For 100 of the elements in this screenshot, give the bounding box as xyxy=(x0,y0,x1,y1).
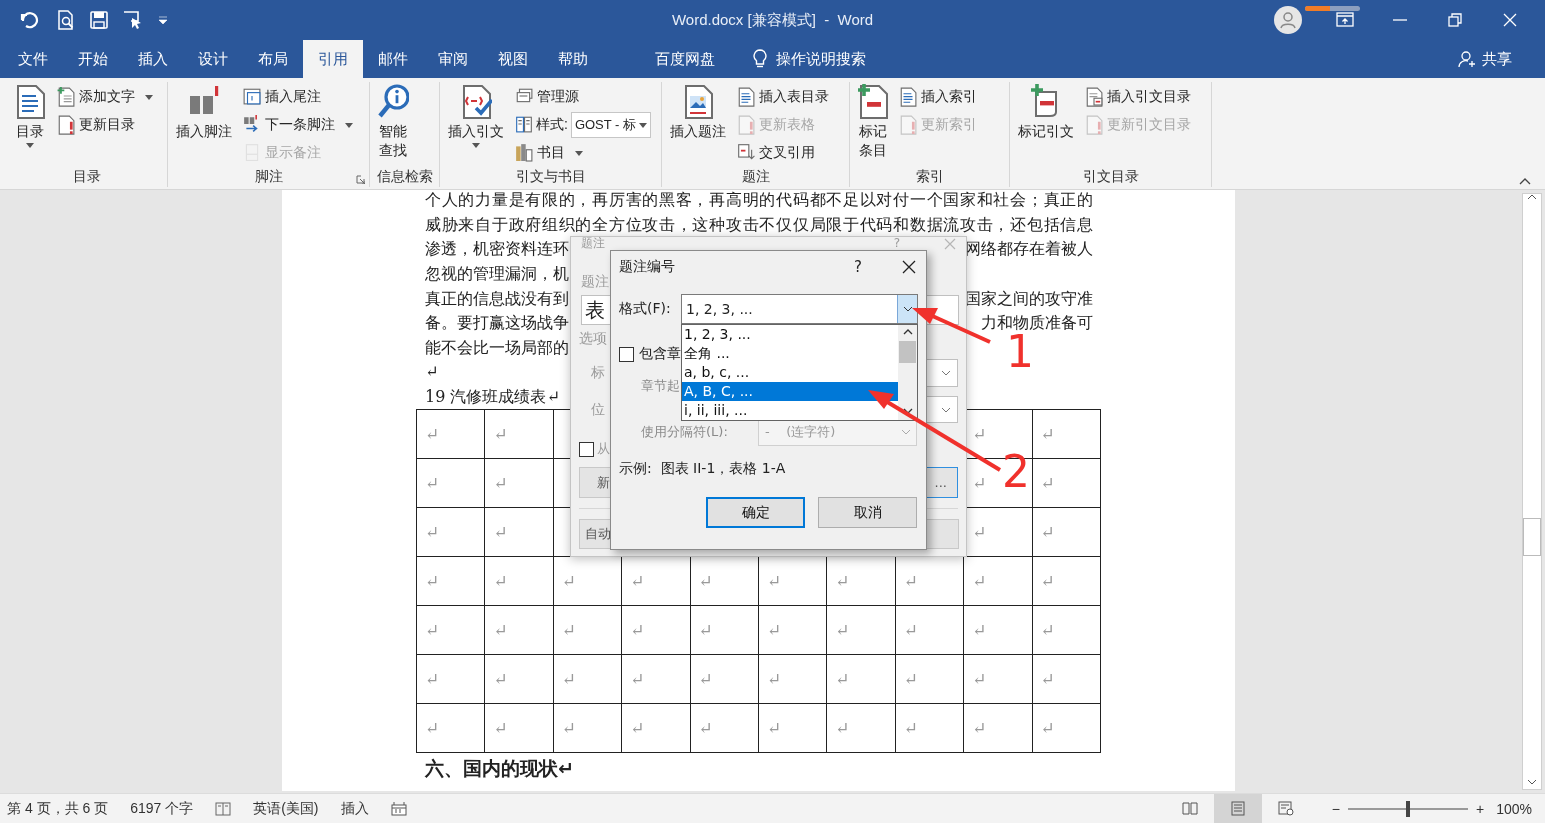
ribbon-button[interactable]: 插入题注 xyxy=(666,82,730,167)
section-label: 选项 xyxy=(579,330,607,348)
group-label: 索引 xyxy=(914,167,945,186)
dialog-button[interactable]: 确定 xyxy=(706,497,805,528)
style-dropdown[interactable]: GOST - 标 xyxy=(570,112,652,138)
zoom-slider-thumb[interactable] xyxy=(1406,800,1410,817)
dialog-launcher-icon[interactable] xyxy=(356,175,365,184)
zoom-level[interactable]: 100% xyxy=(1496,800,1532,817)
ribbon-button[interactable]: 插入脚注 xyxy=(172,82,236,167)
ribbon-button[interactable]: 书目 xyxy=(512,139,655,167)
ribbon-button[interactable]: 插入尾注 xyxy=(240,83,356,111)
ribbon-button[interactable]: 插入引文 xyxy=(444,82,508,167)
proofing-icon[interactable] xyxy=(215,801,232,816)
paragraph-mark: ↵ xyxy=(835,669,850,690)
ribbon-tab[interactable]: 审阅 xyxy=(423,40,483,78)
paragraph-text: 能不会比一场局部的 xyxy=(425,338,569,357)
ribbon-button[interactable]: 标记条目 xyxy=(854,82,892,167)
ribbon-tab[interactable]: 帮助 xyxy=(543,40,603,78)
dropdown-value: - (连字符) xyxy=(765,422,836,441)
document-warning-icon xyxy=(899,114,917,136)
ribbon-tab[interactable]: 邮件 xyxy=(363,40,423,78)
avatar[interactable] xyxy=(1274,6,1302,34)
ribbon-button[interactable]: 标记引文 xyxy=(1014,82,1078,167)
ribbon-tab[interactable]: 百度网盘 xyxy=(640,40,730,78)
word-count[interactable]: 6197 个字 xyxy=(130,799,194,818)
zoom-out-button[interactable]: − xyxy=(1331,800,1340,817)
scroll-up-icon[interactable] xyxy=(902,329,913,335)
print-preview-icon[interactable] xyxy=(56,10,76,30)
paragraph-mark: ↵ xyxy=(766,669,782,690)
ribbon-button[interactable]: 添加文字 xyxy=(54,83,156,111)
chevron-down-icon xyxy=(901,428,911,435)
paragraph-mark: ↵ xyxy=(630,718,645,739)
paragraph-mark: ↵ xyxy=(493,620,508,641)
close-icon[interactable] xyxy=(902,260,916,274)
dialog-button[interactable]: 取消 xyxy=(818,497,917,528)
list-option[interactable]: 全角 ... xyxy=(682,344,898,363)
group-label: 引文目录 xyxy=(1081,167,1140,186)
restore-icon[interactable] xyxy=(1445,11,1464,29)
ribbon-display-icon[interactable] xyxy=(1335,11,1354,29)
caret-icon xyxy=(472,143,480,148)
print-layout-icon xyxy=(1229,801,1246,816)
macro-icon[interactable] xyxy=(390,801,407,816)
list-option[interactable]: 1, 2, 3, ... xyxy=(682,325,898,344)
ribbon-tab[interactable]: 引用 xyxy=(303,40,363,78)
paragraph-text: 个人的力量是有限的，再厉害的黑客，再高明的代码都不足以对付一个国家和社会；真正的 xyxy=(425,191,1093,210)
ribbon-tab[interactable]: 文件 xyxy=(3,40,63,78)
scroll-up-icon[interactable] xyxy=(1526,194,1537,200)
ribbon-button[interactable]: 下一条脚注 xyxy=(240,111,356,139)
list-option[interactable]: A, B, C, ... xyxy=(682,382,898,401)
scrollbar-thumb[interactable] xyxy=(899,341,916,363)
share-button[interactable]: 共享 xyxy=(1458,40,1512,78)
scrollbar[interactable] xyxy=(1521,193,1542,790)
ribbon-button[interactable]: 插入索引 xyxy=(896,83,980,111)
paragraph-mark: ↵ xyxy=(835,718,850,739)
scrollbar-thumb[interactable] xyxy=(1522,518,1541,556)
scrollbar[interactable] xyxy=(898,325,917,420)
caret-icon xyxy=(639,122,648,128)
ribbon-button[interactable]: 交叉引用 xyxy=(734,139,832,167)
ribbon-tab[interactable]: 开始 xyxy=(63,40,123,78)
ribbon-button[interactable]: 更新目录 xyxy=(54,111,156,139)
language-status[interactable]: 英语(美国) xyxy=(253,799,319,818)
ribbon-tab[interactable]: 视图 xyxy=(483,40,543,78)
checkbox-label: 从 xyxy=(597,440,610,458)
checkbox[interactable] xyxy=(619,346,634,362)
paragraph-mark: ↵ xyxy=(561,620,577,641)
user-icon xyxy=(1279,11,1297,29)
save-icon[interactable] xyxy=(90,11,108,29)
group-label: 信息检索 xyxy=(375,167,434,186)
checkbox[interactable] xyxy=(579,441,594,457)
list-option[interactable]: a, b, c, ... xyxy=(682,363,898,382)
ribbon-tab[interactable]: 布局 xyxy=(243,40,303,78)
paragraph-mark: ↵ xyxy=(425,718,440,739)
list-option[interactable]: i, ii, iii, ... xyxy=(682,401,898,420)
paragraph-mark: ↵ xyxy=(1040,571,1055,592)
page-count[interactable]: 第 4 页，共 6 页 xyxy=(7,799,109,818)
search-icon xyxy=(377,84,409,120)
field-label: 标 xyxy=(591,364,605,382)
tell-me-search[interactable]: 操作说明搜索 xyxy=(753,40,866,78)
dialog-title: 题注 xyxy=(581,237,605,250)
paragraph-mark: ↵ xyxy=(903,718,918,739)
field-label: 章节起 xyxy=(641,377,680,395)
ribbon-button[interactable]: 管理源 xyxy=(512,83,655,111)
ribbon-button[interactable]: 目录 xyxy=(10,82,50,167)
scroll-down-icon[interactable] xyxy=(1526,779,1537,785)
group-label: 目录 xyxy=(71,167,102,186)
customize-menu-icon[interactable] xyxy=(158,16,168,24)
scroll-down-icon[interactable] xyxy=(902,408,913,414)
ribbon-button[interactable]: 插入引文目录 xyxy=(1082,83,1194,111)
zoom-in-button[interactable]: + xyxy=(1476,800,1485,817)
ribbon-tab[interactable]: 插入 xyxy=(123,40,183,78)
collapse-ribbon-icon[interactable] xyxy=(1519,178,1531,185)
insert-mode[interactable]: 插入 xyxy=(340,799,369,818)
group-label: 引文与书目 xyxy=(514,167,587,186)
help-button[interactable]: ? xyxy=(854,258,862,276)
paragraph-mark: ↵ xyxy=(425,473,440,494)
ribbon-button[interactable]: 智能查找 xyxy=(374,82,412,167)
document-lines-icon xyxy=(899,86,917,108)
ribbon-button[interactable]: 插入表目录 xyxy=(734,83,832,111)
document-warning-icon xyxy=(57,114,75,136)
ribbon-tab[interactable]: 设计 xyxy=(183,40,243,78)
